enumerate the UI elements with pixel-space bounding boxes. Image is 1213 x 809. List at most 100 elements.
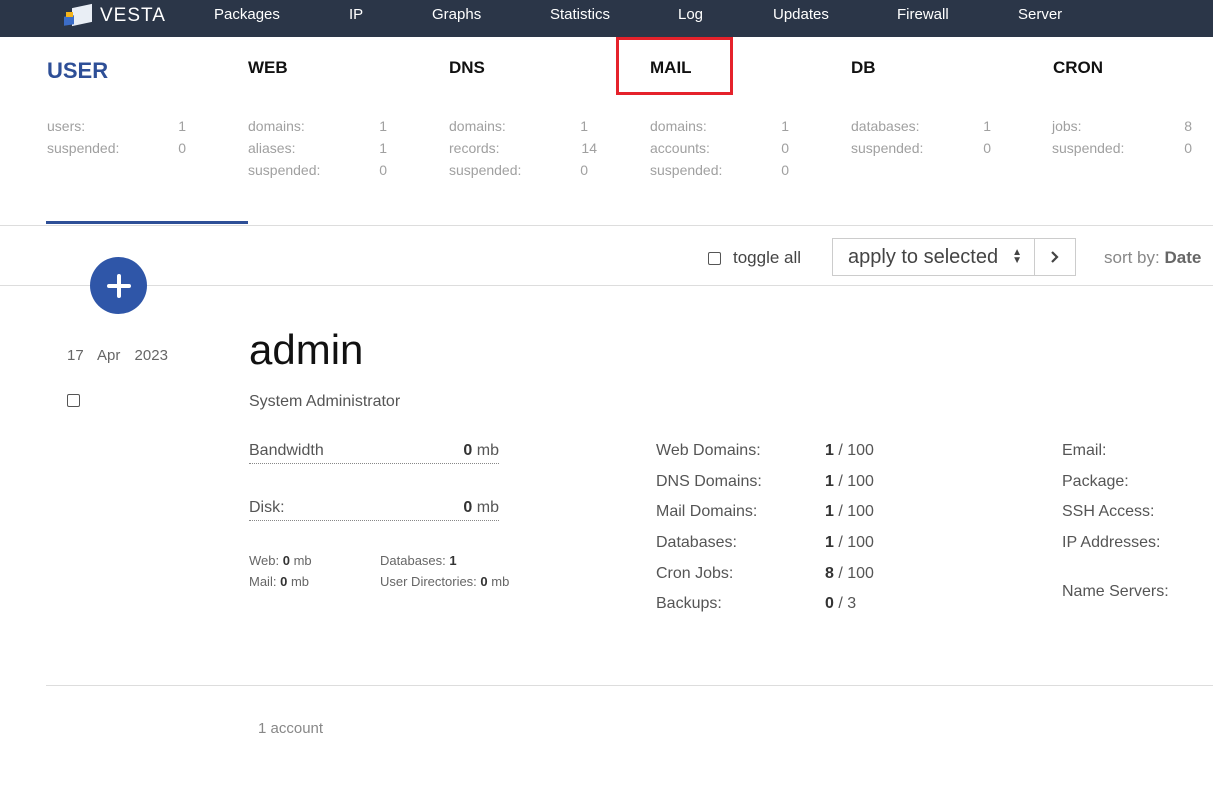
- sort-by-label: sort by:: [1104, 248, 1160, 267]
- limit-label: Web Domains:: [656, 442, 761, 459]
- limit-label: Mail Domains:: [656, 503, 758, 520]
- stat-label: databases:: [851, 118, 920, 134]
- stat-value: 1: [983, 118, 991, 134]
- disk-value: 0: [463, 499, 473, 516]
- nav-graphs[interactable]: Graphs: [432, 6, 481, 23]
- plus-icon: [106, 273, 131, 298]
- apply-button[interactable]: [1034, 238, 1076, 276]
- date-year: 2023: [134, 347, 168, 364]
- bandwidth-value: 0: [463, 442, 473, 459]
- sort-by-value: Date: [1164, 248, 1202, 267]
- disk-meter: Disk: 0 mb: [249, 499, 499, 521]
- tab-user[interactable]: USER: [47, 58, 108, 84]
- account-count: 1 account: [258, 720, 324, 737]
- stat-value: 8: [1184, 118, 1192, 134]
- tab-web[interactable]: WEB: [248, 58, 288, 78]
- active-tab-underline: [46, 221, 248, 224]
- stat-value: 0: [983, 140, 991, 156]
- stat-label: domains:: [449, 118, 506, 134]
- stat-label: suspended:: [851, 140, 924, 156]
- stat-value: 1: [580, 118, 588, 134]
- user-fullname: System Administrator: [249, 393, 401, 410]
- stat-label: users:: [47, 118, 86, 134]
- stat-label: records:: [449, 140, 500, 156]
- top-navbar: VESTA Packages IP Graphs Statistics Log …: [0, 0, 1213, 37]
- limit-label: Databases:: [656, 534, 737, 551]
- bulk-action-value: apply to selected: [848, 245, 999, 268]
- nav-server[interactable]: Server: [1018, 6, 1062, 23]
- stat-value: 1: [379, 118, 387, 134]
- tab-dns[interactable]: DNS: [449, 58, 485, 78]
- divider: [0, 285, 1213, 286]
- stat-label: jobs:: [1052, 118, 1082, 134]
- limit-value: 1 / 100: [825, 473, 874, 490]
- stat-value: 1: [178, 118, 186, 134]
- disk-unit: mb: [476, 499, 499, 516]
- date-day: 17: [67, 347, 84, 364]
- brand-name: VESTA: [100, 5, 166, 26]
- nav-ip[interactable]: IP: [349, 6, 363, 23]
- email-label: Email:: [1062, 442, 1107, 459]
- toggle-all-label: toggle all: [733, 248, 802, 267]
- limit-label: DNS Domains:: [656, 473, 762, 490]
- stat-label: domains:: [248, 118, 305, 134]
- user-directories-usage: User Directories: 0 mb: [380, 574, 510, 589]
- bandwidth-unit: mb: [476, 442, 499, 459]
- bandwidth-label: Bandwidth: [249, 442, 324, 459]
- limit-value: 1 / 100: [825, 534, 874, 551]
- ip-addresses-label: IP Addresses:: [1062, 534, 1161, 551]
- stat-value: 14: [581, 140, 597, 156]
- divider: [46, 685, 1213, 686]
- package-label: Package:: [1062, 473, 1129, 490]
- toggle-all[interactable]: toggle all: [708, 248, 801, 268]
- date-month: Apr: [97, 347, 121, 364]
- nav-packages[interactable]: Packages: [214, 6, 280, 23]
- databases-usage: Databases: 1: [380, 553, 457, 568]
- stat-label: suspended:: [650, 162, 723, 178]
- limit-value: 8 / 100: [825, 565, 874, 582]
- mail-tab-highlight: [616, 37, 733, 95]
- divider: [0, 225, 1213, 226]
- stat-label: suspended:: [47, 140, 120, 156]
- limit-value: 1 / 100: [825, 442, 874, 459]
- vesta-logo[interactable]: VESTA: [64, 3, 166, 28]
- stat-value: 1: [379, 140, 387, 156]
- name-servers-label: Name Servers:: [1062, 583, 1169, 600]
- toggle-all-checkbox[interactable]: [708, 251, 721, 265]
- limit-value: 0 / 3: [825, 595, 857, 612]
- stat-value: 0: [178, 140, 186, 156]
- web-usage: Web: 0 mb: [249, 553, 312, 568]
- bandwidth-meter: Bandwidth 0 mb: [249, 442, 499, 464]
- stat-value: 0: [781, 162, 789, 178]
- stat-value: 0: [1184, 140, 1192, 156]
- sort-by[interactable]: sort by: Date: [1104, 248, 1201, 268]
- stat-value: 1: [781, 118, 789, 134]
- chevron-right-icon: [1051, 251, 1059, 263]
- user-name[interactable]: admin: [249, 326, 363, 374]
- row-checkbox[interactable]: [67, 394, 80, 407]
- tab-db[interactable]: DB: [851, 58, 876, 78]
- nav-updates[interactable]: Updates: [773, 6, 829, 23]
- stat-label: suspended:: [449, 162, 522, 178]
- stat-label: aliases:: [248, 140, 296, 156]
- tab-cron[interactable]: CRON: [1053, 58, 1103, 78]
- ssh-access-label: SSH Access:: [1062, 503, 1155, 520]
- stat-label: suspended:: [1052, 140, 1125, 156]
- bulk-action-select[interactable]: apply to selected ▲ ▼: [832, 238, 1035, 276]
- select-arrows-icon: ▲ ▼: [1012, 247, 1022, 266]
- vesta-logo-icon: [64, 3, 94, 28]
- limit-value: 1 / 100: [825, 503, 874, 520]
- stat-label: domains:: [650, 118, 707, 134]
- user-created-date: 17 Apr 2023: [67, 347, 168, 364]
- stat-value: 0: [379, 162, 387, 178]
- stat-label: suspended:: [248, 162, 321, 178]
- nav-log[interactable]: Log: [678, 6, 703, 23]
- stat-value: 0: [781, 140, 789, 156]
- nav-statistics[interactable]: Statistics: [550, 6, 610, 23]
- limit-label: Backups:: [656, 595, 722, 612]
- disk-label: Disk:: [249, 499, 285, 516]
- stat-value: 0: [580, 162, 588, 178]
- nav-firewall[interactable]: Firewall: [897, 6, 949, 23]
- add-user-button[interactable]: [90, 257, 147, 314]
- limit-label: Cron Jobs:: [656, 565, 734, 582]
